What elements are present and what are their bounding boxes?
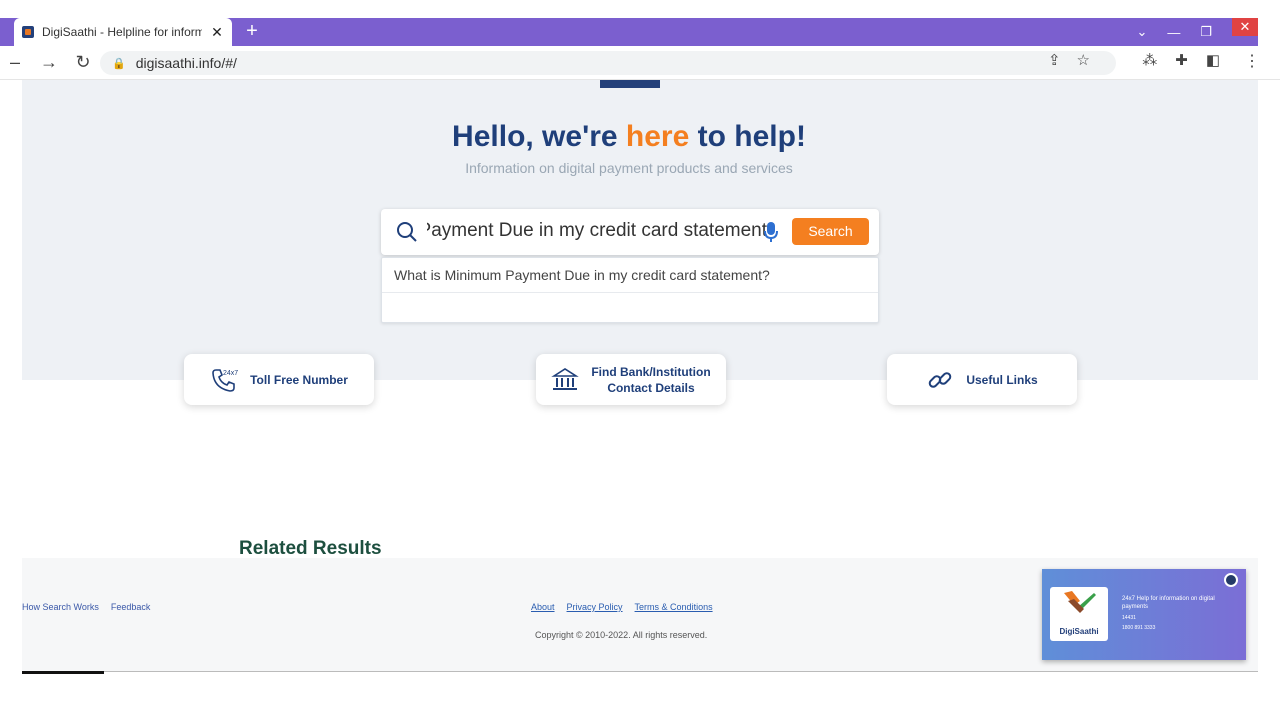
hero-title-part2: to help! bbox=[689, 120, 806, 153]
tab-search-dropdown-icon[interactable]: ⌄ bbox=[1136, 24, 1147, 40]
back-icon[interactable]: – bbox=[2, 52, 28, 73]
site-logo[interactable] bbox=[600, 80, 660, 88]
extensions-puzzle-icon[interactable]: ✚ bbox=[1175, 51, 1188, 69]
toll-free-number-card[interactable]: 24x7 Toll Free Number bbox=[184, 354, 374, 405]
find-bank-card[interactable]: Find Bank/Institution Contact Details bbox=[536, 354, 726, 405]
find-bank-label-line1: Find Bank/Institution bbox=[591, 364, 711, 379]
link-icon bbox=[929, 371, 952, 388]
search-input[interactable]: What is Minimum Payment Due in my credit… bbox=[427, 220, 767, 242]
helpline-promo-banner[interactable]: DigiSaathi 24x7 Help for information on … bbox=[1042, 569, 1246, 660]
related-results-heading: Related Results bbox=[239, 538, 382, 559]
extensions-area: ⁂ ✚ ◧ bbox=[1142, 51, 1220, 69]
useful-links-card[interactable]: Useful Links bbox=[887, 354, 1077, 405]
privacy-policy-link[interactable]: Privacy Policy bbox=[567, 602, 623, 612]
promo-phone-short: 14431 bbox=[1122, 615, 1136, 621]
reload-icon[interactable]: ↻ bbox=[70, 52, 96, 73]
bottom-indicator bbox=[22, 671, 104, 674]
forward-icon[interactable]: → bbox=[36, 52, 62, 73]
omnibox-actions: ⇪ ☆ bbox=[1048, 51, 1090, 69]
digisaathi-favicon-icon bbox=[22, 26, 34, 38]
hero-title: Hello, we're here to help! bbox=[0, 120, 1258, 154]
footer-left-links: How Search Works Feedback bbox=[22, 602, 150, 612]
hero-subtitle: Information on digital payment products … bbox=[465, 160, 793, 176]
window-close-icon[interactable]: ✕ bbox=[1232, 18, 1258, 36]
share-icon[interactable]: ⇪ bbox=[1048, 51, 1061, 69]
search-suggestions: What is Minimum Payment Due in my credit… bbox=[381, 257, 879, 323]
promo-logo-text: DigiSaathi bbox=[1059, 627, 1099, 636]
find-bank-label: Find Bank/Institution Contact Details bbox=[591, 364, 710, 396]
feedback-link[interactable]: Feedback bbox=[111, 602, 151, 612]
digisaathi-logo: DigiSaathi bbox=[1050, 587, 1108, 641]
url-text[interactable]: digisaathi.info/#/ bbox=[136, 55, 237, 71]
bookmark-star-icon[interactable]: ☆ bbox=[1077, 51, 1090, 69]
tab-title: DigiSaathi - Helpline for information bbox=[42, 25, 202, 39]
search-bar: What is Minimum Payment Due in my credit… bbox=[381, 209, 879, 255]
side-panel-icon[interactable]: ◧ bbox=[1206, 51, 1220, 69]
microphone-icon[interactable] bbox=[763, 220, 779, 244]
browser-tab[interactable]: DigiSaathi - Helpline for information ✕ bbox=[14, 18, 232, 46]
window-controls: ⌄ — ❐ ✕ bbox=[1136, 18, 1258, 46]
browser-menu-icon[interactable]: ⋮ bbox=[1244, 51, 1260, 71]
svg-text:24x7: 24x7 bbox=[223, 370, 238, 377]
handshake-logo-icon bbox=[1064, 591, 1096, 613]
minimize-icon[interactable]: — bbox=[1167, 25, 1180, 40]
promo-phone-long: 1800 891 3333 bbox=[1122, 625, 1156, 631]
dropbox-extension-icon[interactable]: ⁂ bbox=[1142, 51, 1157, 69]
copyright-text: Copyright © 2010-2022. All rights reserv… bbox=[535, 630, 708, 640]
browser-toolbar: – → ↻ 🔒 digisaathi.info/#/ ⇪ ☆ ⁂ ✚ ◧ ⋮ bbox=[0, 46, 1280, 80]
bank-icon bbox=[551, 367, 580, 390]
restore-icon[interactable]: ❐ bbox=[1200, 24, 1212, 40]
lock-icon[interactable]: 🔒 bbox=[112, 57, 126, 70]
hero-title-part1: Hello, we're bbox=[452, 120, 626, 153]
suggestion-item[interactable]: What is Minimum Payment Due in my credit… bbox=[382, 258, 878, 293]
address-bar[interactable]: 🔒 digisaathi.info/#/ bbox=[100, 51, 1116, 75]
hero-title-accent: here bbox=[625, 120, 690, 153]
tab-close-icon[interactable]: ✕ bbox=[210, 24, 224, 41]
about-link[interactable]: About bbox=[531, 602, 555, 612]
useful-links-label: Useful Links bbox=[966, 372, 1038, 387]
how-search-works-link[interactable]: How Search Works bbox=[22, 602, 99, 612]
terms-conditions-link[interactable]: Terms & Conditions bbox=[635, 602, 713, 612]
chatbot-icon[interactable] bbox=[1224, 573, 1238, 587]
toll-free-number-label: Toll Free Number bbox=[250, 372, 348, 387]
footer-links: About Privacy Policy Terms & Conditions bbox=[531, 602, 713, 612]
footer: How Search Works Feedback About Privacy … bbox=[22, 558, 1258, 672]
search-icon bbox=[397, 222, 417, 242]
new-tab-button[interactable]: + bbox=[240, 18, 264, 44]
search-button[interactable]: Search bbox=[792, 218, 869, 245]
promo-headline: 24x7 Help for information on digital pay… bbox=[1122, 596, 1215, 610]
find-bank-label-line2: Contact Details bbox=[607, 380, 695, 395]
phone-24x7-icon: 24x7 bbox=[212, 368, 238, 392]
